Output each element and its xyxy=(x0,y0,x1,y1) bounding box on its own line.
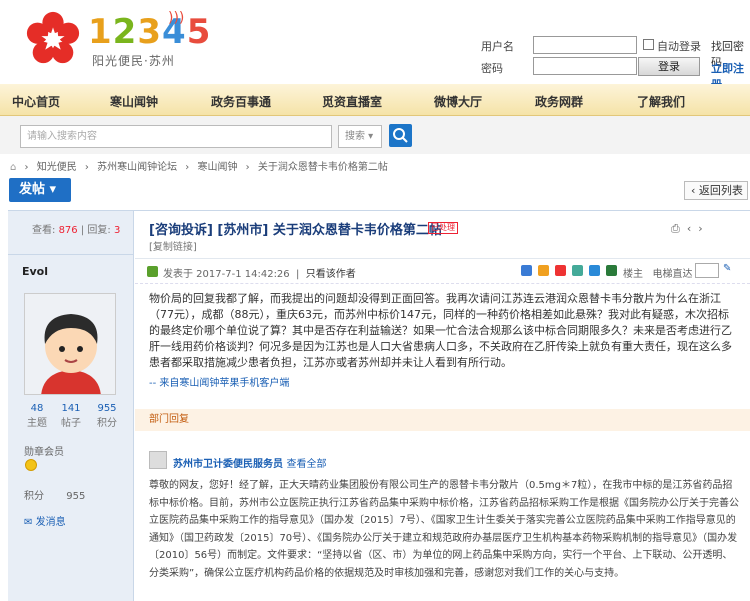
nav-item-network[interactable]: 政务网群 xyxy=(535,93,583,110)
nav-item-weibo[interactable]: 微博大厅 xyxy=(434,93,482,110)
thread-container: 查看: 876 | 回复: 3 Evol 48 主题 141 帖子 955 积分 勋章… xyxy=(8,210,750,601)
copy-link[interactable]: [复制链接] xyxy=(149,238,197,253)
author-only-link[interactable]: 只看该作者 xyxy=(306,269,356,280)
wrench-icon[interactable]: ✎ xyxy=(723,263,731,274)
site-header: 12345 ))) 阳光便民·苏州 用户名 自动登录 找回密码 密码 登录 立即… xyxy=(0,0,750,91)
share-weibo-icon[interactable] xyxy=(555,265,566,276)
nav-item-live[interactable]: 觅资直播室 xyxy=(322,93,382,110)
user-stat-points[interactable]: 955 积分 xyxy=(92,403,122,429)
breadcrumb: ⌂ › 知光便民 › 苏州寒山闻钟论坛 › 寒山闻钟 › 关于润众恩替卡韦价格第… xyxy=(10,162,388,173)
nav-item-about[interactable]: 了解我们 xyxy=(637,93,685,110)
print-icon[interactable]: ⎙ xyxy=(671,222,680,235)
username-label: 用户名 xyxy=(481,40,514,53)
share-wechat-icon[interactable] xyxy=(572,265,583,276)
prev-thread-icon[interactable]: ‹ xyxy=(687,222,691,235)
share-star-icon[interactable] xyxy=(538,265,549,276)
share-plus-icon[interactable] xyxy=(521,265,532,276)
post-time: 发表于 2017-7-1 14:42:26 xyxy=(163,269,290,280)
back-to-list-button[interactable]: ‹ 返回列表 xyxy=(684,181,748,200)
view-all-link[interactable]: 查看全部 xyxy=(286,459,326,470)
new-post-button[interactable]: 发帖 ▾ xyxy=(9,178,71,202)
logo-number: 12345 xyxy=(88,12,212,52)
thread-tools: ⎙ ‹ › xyxy=(671,222,703,236)
logo-subtitle: 阳光便民·苏州 xyxy=(92,54,175,68)
search-scope-select[interactable]: 搜索 ▾ xyxy=(338,125,382,148)
post-main: [咨询投诉] [苏州市] 关于润众恩替卡韦价格第二帖 已处理 [复制链接] ⎙ … xyxy=(135,211,750,601)
nav-item-affairs[interactable]: 政务百事通 xyxy=(211,93,271,110)
next-thread-icon[interactable]: › xyxy=(698,222,702,235)
author-sidebar: 查看: 876 | 回复: 3 Evol 48 主题 141 帖子 955 积分 勋章… xyxy=(8,211,134,601)
login-button[interactable]: 登录 xyxy=(638,57,700,76)
auto-login-checkbox[interactable] xyxy=(643,39,654,50)
username-input[interactable] xyxy=(533,36,637,54)
breadcrumb-item[interactable]: 关于润众恩替卡韦价格第二帖 xyxy=(258,162,388,173)
main-nav: 中心首页 寒山闻钟 政务百事通 觅资直播室 微博大厅 政务网群 了解我们 xyxy=(0,84,750,116)
password-input[interactable] xyxy=(533,57,637,75)
envelope-icon: ✉ xyxy=(24,517,33,528)
auto-login-label: 自动登录 xyxy=(657,40,701,53)
post-body: 物价局的回复我都了解，而我提出的问题却没得到正面回答。我再次请问江苏连云港润众恩… xyxy=(149,292,732,369)
search-button[interactable] xyxy=(389,124,412,147)
logo-flower-icon xyxy=(26,11,80,64)
reply-body: 尊敬的网友，您好！经了解，正大天晴药业集团股份有限公司生产的恩替卡韦分散片（0.… xyxy=(149,480,739,579)
share-excel-icon[interactable] xyxy=(606,265,617,276)
breadcrumb-item[interactable]: 知光便民 xyxy=(37,162,77,173)
mobile-client-link[interactable]: -- 来自寒山闻钟苹果手机客户端 xyxy=(149,374,289,389)
floor-label: 楼主 xyxy=(623,269,643,280)
send-message-link[interactable]: ✉ 发消息 xyxy=(24,513,66,528)
user-stat-posts[interactable]: 141 帖子 xyxy=(56,403,86,429)
breadcrumb-item[interactable]: 苏州寒山闻钟论坛 xyxy=(97,162,177,173)
avatar[interactable] xyxy=(24,293,116,395)
home-icon[interactable]: ⌂ xyxy=(10,162,16,173)
reply-avatar[interactable] xyxy=(149,451,167,469)
smile-medal-icon xyxy=(25,459,37,471)
breadcrumb-sep: › xyxy=(24,162,29,173)
reply-author: 苏州市卫计委便民服务员 查看全部 xyxy=(173,459,327,470)
online-status-icon xyxy=(147,266,158,277)
nav-item-home[interactable]: 中心首页 xyxy=(12,93,60,110)
user-stat-threads[interactable]: 48 主题 xyxy=(22,403,52,429)
search-icon xyxy=(393,128,408,143)
department-reply-header: 部门回复 xyxy=(135,409,750,431)
author-name[interactable]: Evol xyxy=(22,265,48,278)
share-qq-icon[interactable] xyxy=(589,265,600,276)
nav-item-hanshan[interactable]: 寒山闻钟 xyxy=(110,93,158,110)
user-points: 积分 955 xyxy=(24,491,86,502)
thread-stats: 查看: 876 | 回复: 3 xyxy=(8,211,134,255)
status-badge: 已处理 xyxy=(428,222,458,234)
thread-title: [咨询投诉] [苏州市] 关于润众恩替卡韦价格第二帖 xyxy=(149,223,442,238)
floor-jump-input[interactable] xyxy=(695,263,719,278)
jump-label: 电梯直达 xyxy=(652,269,693,280)
search-bar: 请输入搜索内容 搜索 ▾ xyxy=(0,116,750,154)
signal-icon: ))) xyxy=(168,10,185,26)
password-label: 密码 xyxy=(481,62,503,75)
medal-label: 勋章会员 xyxy=(24,447,64,458)
post-meta: 发表于 2017-7-1 14:42:26 | 只看该作者 楼主 电梯直达 ✎ xyxy=(135,258,750,284)
search-input[interactable]: 请输入搜索内容 xyxy=(20,125,332,148)
breadcrumb-item[interactable]: 寒山闻钟 xyxy=(197,162,237,173)
